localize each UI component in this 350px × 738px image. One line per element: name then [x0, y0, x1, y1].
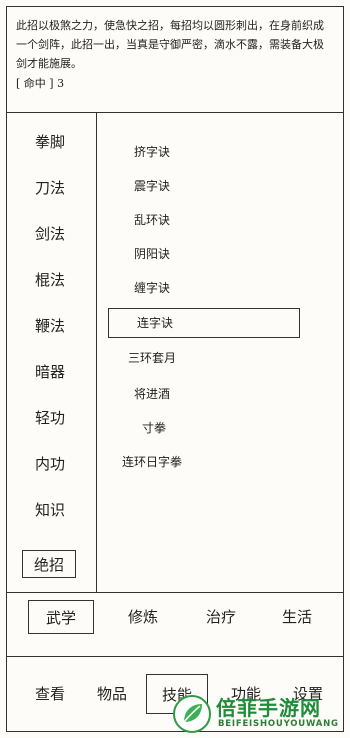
category-label: 拳脚: [34, 133, 65, 151]
skill-label: 阴阳诀: [134, 247, 171, 261]
tab-zhiliao[interactable]: 治疗: [188, 600, 254, 634]
category-label: 暗器: [34, 363, 65, 381]
category-item-anqi[interactable]: 暗器: [20, 358, 80, 386]
category-label: 轻功: [34, 409, 65, 427]
tab-label: 技能: [161, 686, 192, 704]
category-item-daofa[interactable]: 刀法: [20, 174, 80, 202]
category-item-zhishi[interactable]: 知识: [20, 496, 80, 524]
category-item-juezhao[interactable]: 绝招: [22, 550, 76, 578]
category-item-neigong[interactable]: 内功: [20, 450, 80, 478]
tab-label: 治疗: [205, 608, 236, 626]
category-item-qinggong[interactable]: 轻功: [20, 404, 80, 432]
category-label: 内功: [34, 455, 65, 473]
tab-xiulian[interactable]: 修炼: [110, 600, 176, 634]
bottom-tab-shezhi[interactable]: 设置: [278, 674, 338, 714]
skill-item[interactable]: 将进酒: [134, 380, 170, 408]
category-item-gunfa[interactable]: 棍法: [20, 266, 80, 294]
skill-description-text: 此招以极煞之力，使急快之招，每招均以圆形刺出，在身前织成一个剑阵，此招一出，当真…: [16, 19, 324, 70]
skill-label: 缠字诀: [134, 281, 171, 295]
bottom-tab-jineng[interactable]: 技能: [146, 674, 208, 714]
skill-item[interactable]: 阴阳诀: [134, 240, 170, 268]
tab-wuxue[interactable]: 武学: [28, 600, 94, 634]
tab-label: 修炼: [127, 608, 158, 626]
skill-label: 将进酒: [134, 387, 171, 401]
skill-item[interactable]: 寸拳: [142, 414, 166, 442]
skill-item-selected[interactable]: 连字诀: [108, 308, 300, 338]
category-item-jianfa[interactable]: 剑法: [20, 220, 80, 248]
skill-item[interactable]: 挤字诀: [134, 138, 170, 166]
tab-label: 功能: [230, 685, 261, 703]
bottom-tab-wupin[interactable]: 物品: [82, 674, 142, 714]
skill-label: 震字诀: [134, 179, 171, 193]
skill-item[interactable]: 缠字诀: [134, 274, 170, 302]
skill-label: 乱环诀: [134, 213, 171, 227]
skill-description: 此招以极煞之力，使急快之招，每招均以圆形刺出，在身前织成一个剑阵，此招一出，当真…: [16, 16, 334, 93]
bottom-tab-chakan[interactable]: 查看: [20, 674, 80, 714]
skill-item[interactable]: 震字诀: [134, 172, 170, 200]
tab-label: 设置: [292, 685, 323, 703]
tab-label: 查看: [34, 685, 65, 703]
skill-item[interactable]: 连环日字拳: [122, 448, 182, 476]
category-item-bianfa[interactable]: 鞭法: [20, 312, 80, 340]
tab-label: 武学: [45, 609, 76, 627]
tab-label: 生活: [281, 608, 312, 626]
sub-tab-bar: 武学 修炼 治疗 生活: [6, 592, 344, 642]
skill-item[interactable]: 乱环诀: [134, 206, 170, 234]
tab-label: 物品: [96, 685, 127, 703]
category-label: 刀法: [34, 179, 65, 197]
category-item-quanjiao[interactable]: 拳脚: [20, 128, 80, 156]
skill-label: 连字诀: [137, 316, 174, 330]
skill-item[interactable]: 三环套月: [128, 344, 176, 372]
category-label: 剑法: [34, 225, 65, 243]
skill-label: 三环套月: [128, 351, 177, 365]
category-label: 知识: [34, 501, 65, 519]
main-tab-bar: 查看 物品 技能 功能 设置: [6, 662, 344, 726]
category-label: 绝招: [33, 556, 64, 574]
description-divider: [6, 112, 344, 113]
tab-shenghuo[interactable]: 生活: [264, 600, 330, 634]
skill-label: 寸拳: [142, 421, 167, 435]
tabs-divider: [6, 656, 344, 657]
category-divider: [96, 112, 97, 592]
category-label: 棍法: [34, 271, 65, 289]
skill-label: 挤字诀: [134, 145, 171, 159]
skill-label: 连环日字拳: [122, 455, 183, 469]
skill-stat-tag: [ 命中 ] 3: [16, 77, 65, 90]
category-label: 鞭法: [34, 317, 65, 335]
bottom-tab-gongneng[interactable]: 功能: [216, 674, 276, 714]
